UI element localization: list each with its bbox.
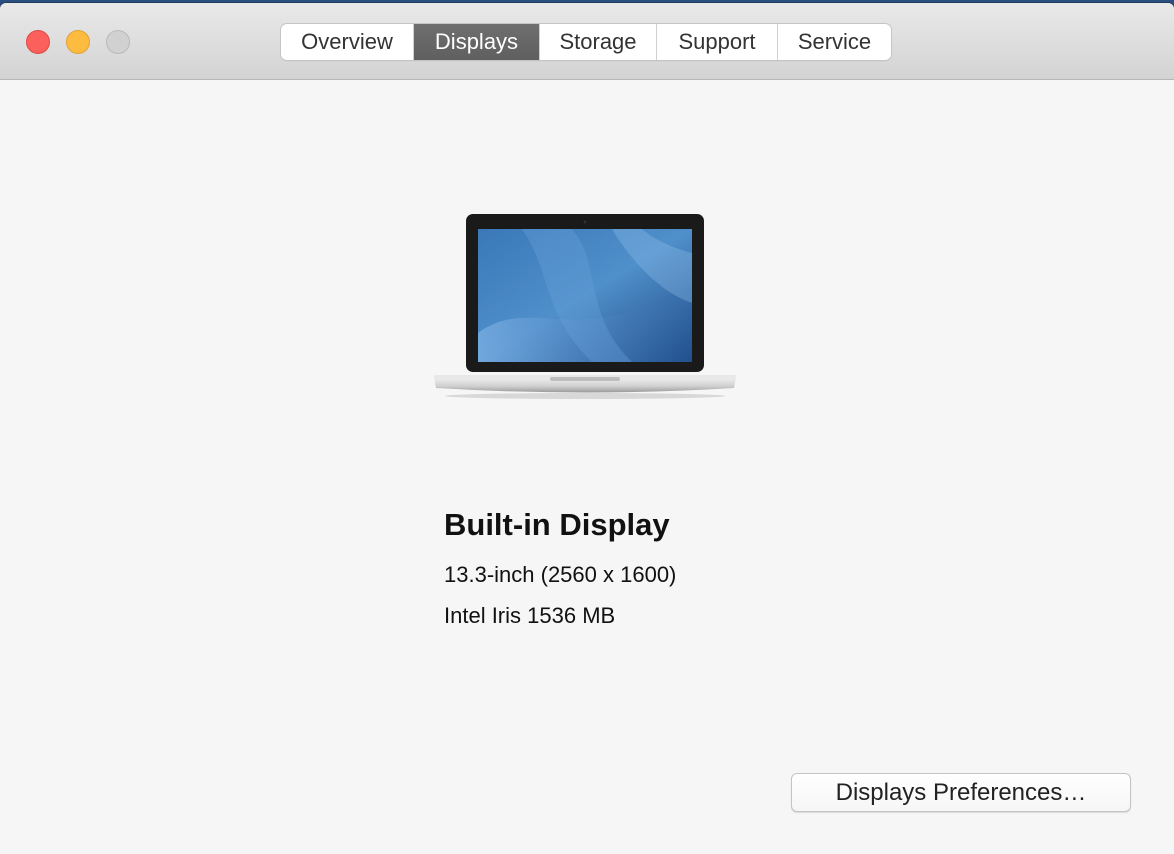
close-button[interactable] <box>26 30 50 54</box>
minimize-button[interactable] <box>66 30 90 54</box>
display-graphics: Intel Iris 1536 MB <box>444 603 616 628</box>
tab-service[interactable]: Service <box>778 24 891 60</box>
displays-preferences-button[interactable]: Displays Preferences… <box>791 773 1131 812</box>
display-name: Built-in Display <box>444 507 670 542</box>
zoom-button[interactable] <box>106 30 130 54</box>
display-info: Built-in Display 13.3-inch (2560 x 1600)… <box>444 505 676 628</box>
title-bar: Overview Displays Storage Support Servic… <box>0 3 1174 80</box>
tab-support[interactable]: Support <box>657 24 778 60</box>
tab-storage[interactable]: Storage <box>540 24 657 60</box>
tab-overview[interactable]: Overview <box>281 24 414 60</box>
tab-displays[interactable]: Displays <box>414 24 540 60</box>
laptop-icon <box>434 214 736 399</box>
about-this-mac-window: Overview Displays Storage Support Servic… <box>0 3 1174 854</box>
display-size-resolution: 13.3-inch (2560 x 1600) <box>444 562 677 587</box>
tab-bar: Overview Displays Storage Support Servic… <box>281 24 891 60</box>
